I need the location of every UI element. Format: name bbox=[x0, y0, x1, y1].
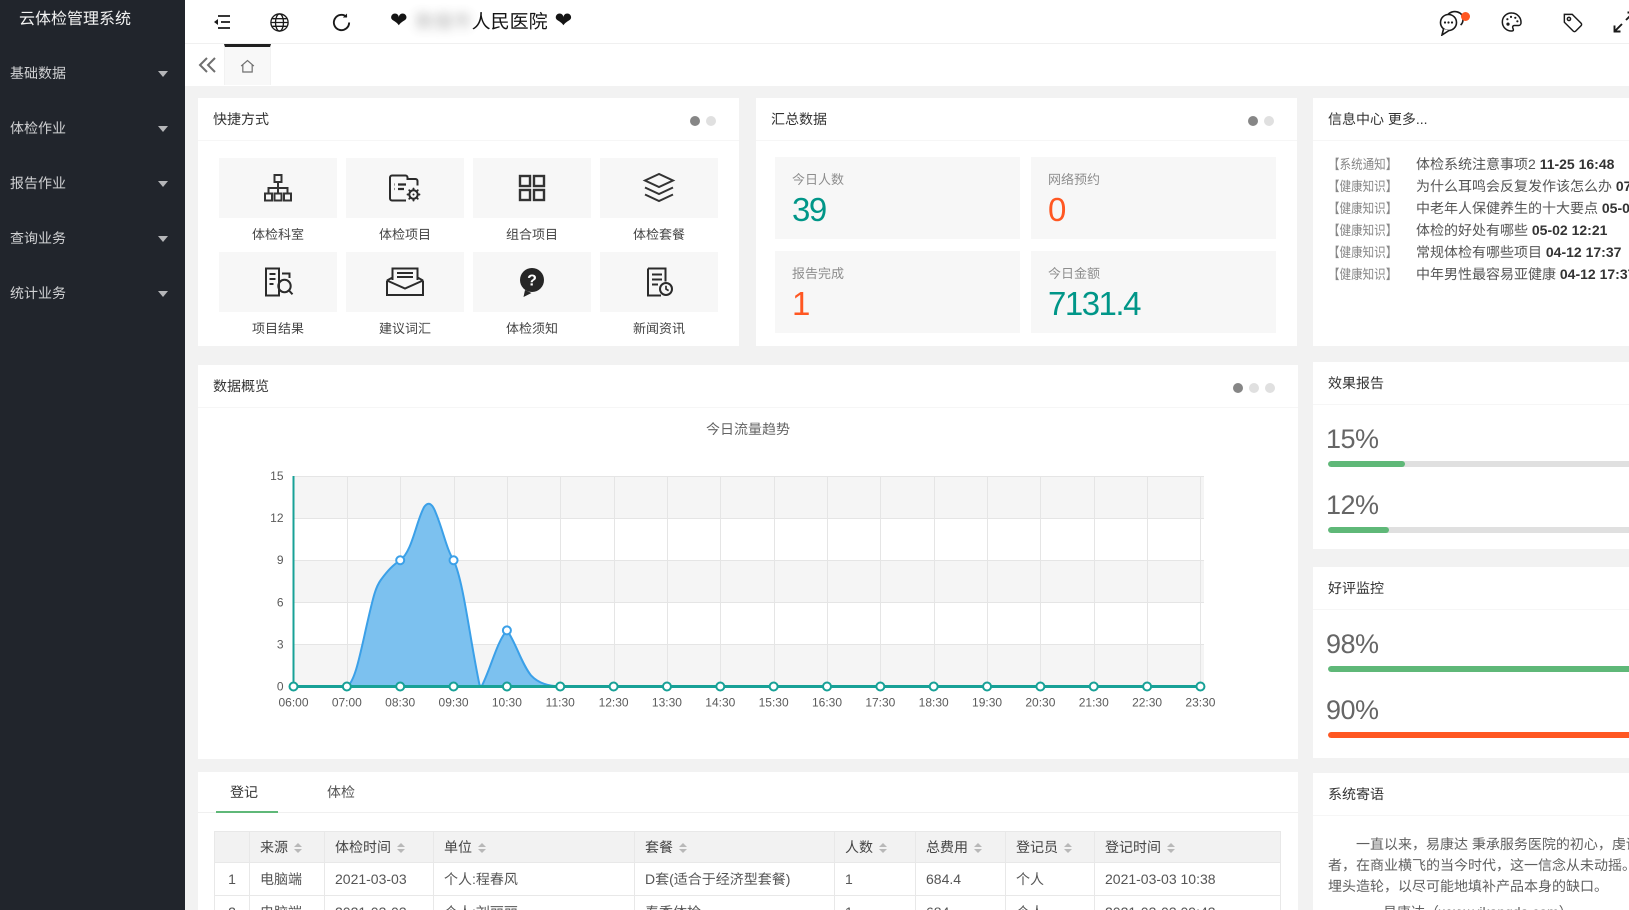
svg-text:07:00: 07:00 bbox=[332, 696, 362, 710]
svg-text:?: ? bbox=[527, 273, 537, 290]
svg-text:18:30: 18:30 bbox=[919, 696, 949, 710]
svg-text:23:30: 23:30 bbox=[1185, 696, 1215, 710]
svg-text:22:30: 22:30 bbox=[1132, 696, 1162, 710]
svg-text:19:30: 19:30 bbox=[972, 696, 1002, 710]
svg-text:0: 0 bbox=[277, 680, 284, 694]
svg-text:3: 3 bbox=[277, 637, 284, 651]
svg-text:08:30: 08:30 bbox=[385, 696, 415, 710]
svg-text:15:30: 15:30 bbox=[759, 696, 789, 710]
svg-text:15: 15 bbox=[270, 469, 284, 483]
svg-text:12:30: 12:30 bbox=[599, 696, 629, 710]
svg-text:13:30: 13:30 bbox=[652, 696, 682, 710]
svg-text:12: 12 bbox=[270, 511, 284, 525]
svg-text:09:30: 09:30 bbox=[439, 696, 469, 710]
svg-text:11:30: 11:30 bbox=[546, 696, 575, 710]
svg-text:16:30: 16:30 bbox=[812, 696, 842, 710]
svg-text:今日流量趋势: 今日流量趋势 bbox=[706, 421, 790, 437]
svg-text:21:30: 21:30 bbox=[1079, 696, 1109, 710]
svg-text:6: 6 bbox=[277, 595, 284, 609]
svg-text:14:30: 14:30 bbox=[705, 696, 735, 710]
svg-text:20:30: 20:30 bbox=[1025, 696, 1055, 710]
svg-text:9: 9 bbox=[277, 553, 284, 567]
svg-text:17:30: 17:30 bbox=[865, 696, 895, 710]
svg-text:06:00: 06:00 bbox=[278, 696, 308, 710]
svg-text:10:30: 10:30 bbox=[492, 696, 522, 710]
